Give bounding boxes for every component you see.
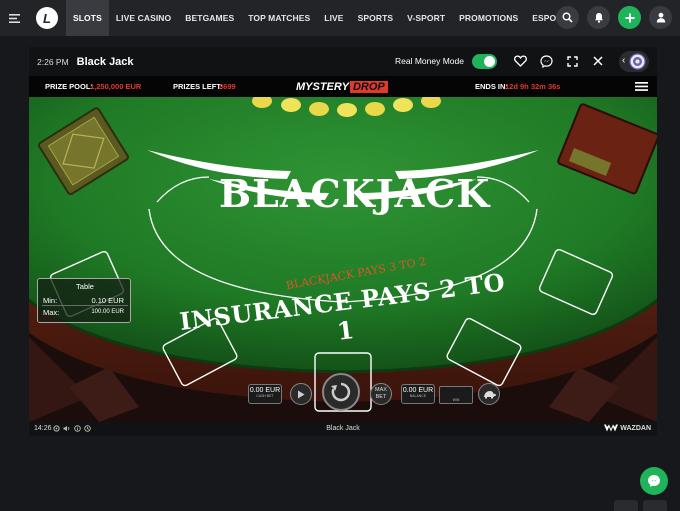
bottom-button-right[interactable] bbox=[643, 500, 667, 511]
blackjack-table: BLACKJACK BLACKJACK PAYS 3 TO 2 INSURANC… bbox=[29, 97, 657, 422]
game-window-header: 2:26 PM Black Jack Real Money Mode ‹ bbox=[29, 47, 657, 76]
close-icon bbox=[593, 56, 603, 66]
limits-title: Table bbox=[76, 282, 94, 291]
messenger-icon bbox=[539, 54, 553, 68]
fullscreen-icon bbox=[566, 55, 578, 67]
ends-in-countdown: 12d 9h 32m 36s bbox=[505, 82, 561, 91]
prize-pool-value: 1,250,000 EUR bbox=[90, 82, 142, 91]
live-chat-button[interactable] bbox=[640, 467, 668, 495]
deposit-button[interactable] bbox=[618, 6, 641, 29]
promo-menu-button[interactable] bbox=[635, 82, 648, 93]
search-button[interactable] bbox=[556, 6, 579, 29]
prizes-left-value: 3699 bbox=[219, 82, 236, 91]
refresh-icon bbox=[331, 382, 351, 402]
hamburger-icon bbox=[635, 82, 648, 91]
site-logo[interactable]: L bbox=[36, 7, 58, 29]
game-side-panel-toggle[interactable]: ‹ bbox=[619, 51, 649, 72]
bell-icon bbox=[594, 13, 603, 23]
nav-item-betgames[interactable]: BETGAMES bbox=[178, 0, 241, 36]
turbo-button[interactable] bbox=[478, 383, 500, 405]
footer-game-name: Black Jack bbox=[326, 425, 360, 432]
prizes-left-label: PRIZES LEFT: bbox=[173, 82, 223, 91]
nav-actions bbox=[556, 6, 672, 29]
table-limits-panel: Table Min: 0.10 EUR Max: 100.00 EUR bbox=[37, 278, 131, 323]
turtle-icon bbox=[484, 390, 496, 398]
nav-item-live-casino[interactable]: LIVE CASINO bbox=[109, 0, 178, 36]
max-row: Max: 100.00 EUR bbox=[43, 308, 124, 317]
game-footer: 14:26 Black Jack WAZDAN bbox=[29, 422, 657, 436]
search-icon bbox=[562, 12, 573, 23]
autoplay-button[interactable] bbox=[290, 383, 312, 405]
mystery-drop-bar: PRIZE POOL: 1,250,000 EUR PRIZES LEFT: 3… bbox=[29, 76, 657, 97]
provider-badge-icon bbox=[629, 53, 646, 70]
fullscreen-button[interactable] bbox=[564, 53, 580, 69]
game-clock: 2:26 PM bbox=[37, 56, 69, 67]
play-icon bbox=[298, 390, 305, 398]
real-money-toggle[interactable] bbox=[472, 54, 497, 69]
menu-icon[interactable] bbox=[0, 0, 28, 36]
nav-item-slots[interactable]: SLOTS bbox=[66, 0, 109, 36]
close-game-button[interactable] bbox=[590, 53, 606, 69]
nav-item-v-sport[interactable]: V-SPORT bbox=[400, 0, 452, 36]
nav-item-top-matches[interactable]: TOP MATCHES bbox=[241, 0, 317, 36]
nav-item-sports[interactable]: SPORTS bbox=[351, 0, 401, 36]
min-row: Min: 0.10 EUR bbox=[42, 294, 128, 306]
heart-icon bbox=[513, 55, 527, 67]
user-icon bbox=[656, 12, 665, 23]
nav-item-live[interactable]: LIVE bbox=[317, 0, 350, 36]
wazdan-logo-icon bbox=[604, 424, 619, 432]
max-bet-button[interactable]: MAX BET bbox=[370, 383, 392, 405]
messenger-button[interactable] bbox=[538, 53, 554, 69]
notifications-button[interactable] bbox=[587, 6, 610, 29]
win-display: WIN bbox=[439, 386, 473, 404]
messenger-icon bbox=[648, 475, 660, 487]
chevron-left-icon: ‹ bbox=[622, 55, 626, 66]
ends-in-label: ENDS IN: bbox=[475, 82, 508, 91]
bottom-button-left[interactable] bbox=[614, 500, 638, 511]
cash-bet-display: 0.00 EUR CASH BET bbox=[248, 384, 282, 404]
real-money-label: Real Money Mode bbox=[395, 56, 464, 66]
deal-button[interactable] bbox=[322, 373, 360, 411]
nav-item-promotions[interactable]: PROMOTIONS bbox=[452, 0, 525, 36]
game-window: 2:26 PM Black Jack Real Money Mode ‹ PRI… bbox=[29, 47, 657, 436]
balance-display: 0.00 EUR BALANCE bbox=[401, 384, 435, 404]
profile-button[interactable] bbox=[649, 6, 672, 29]
table-title: BLACKJACK bbox=[219, 171, 491, 216]
plus-icon bbox=[625, 13, 634, 22]
prize-pool-label: PRIZE POOL: bbox=[45, 82, 93, 91]
top-navigation: L SLOTS LIVE CASINO BETGAMES TOP MATCHES… bbox=[0, 0, 680, 36]
favorite-button[interactable] bbox=[512, 53, 528, 69]
mystery-drop-logo: MYSTERY DROP bbox=[296, 79, 388, 94]
provider-logo: WAZDAN bbox=[604, 424, 651, 432]
game-title: Black Jack bbox=[76, 55, 134, 68]
